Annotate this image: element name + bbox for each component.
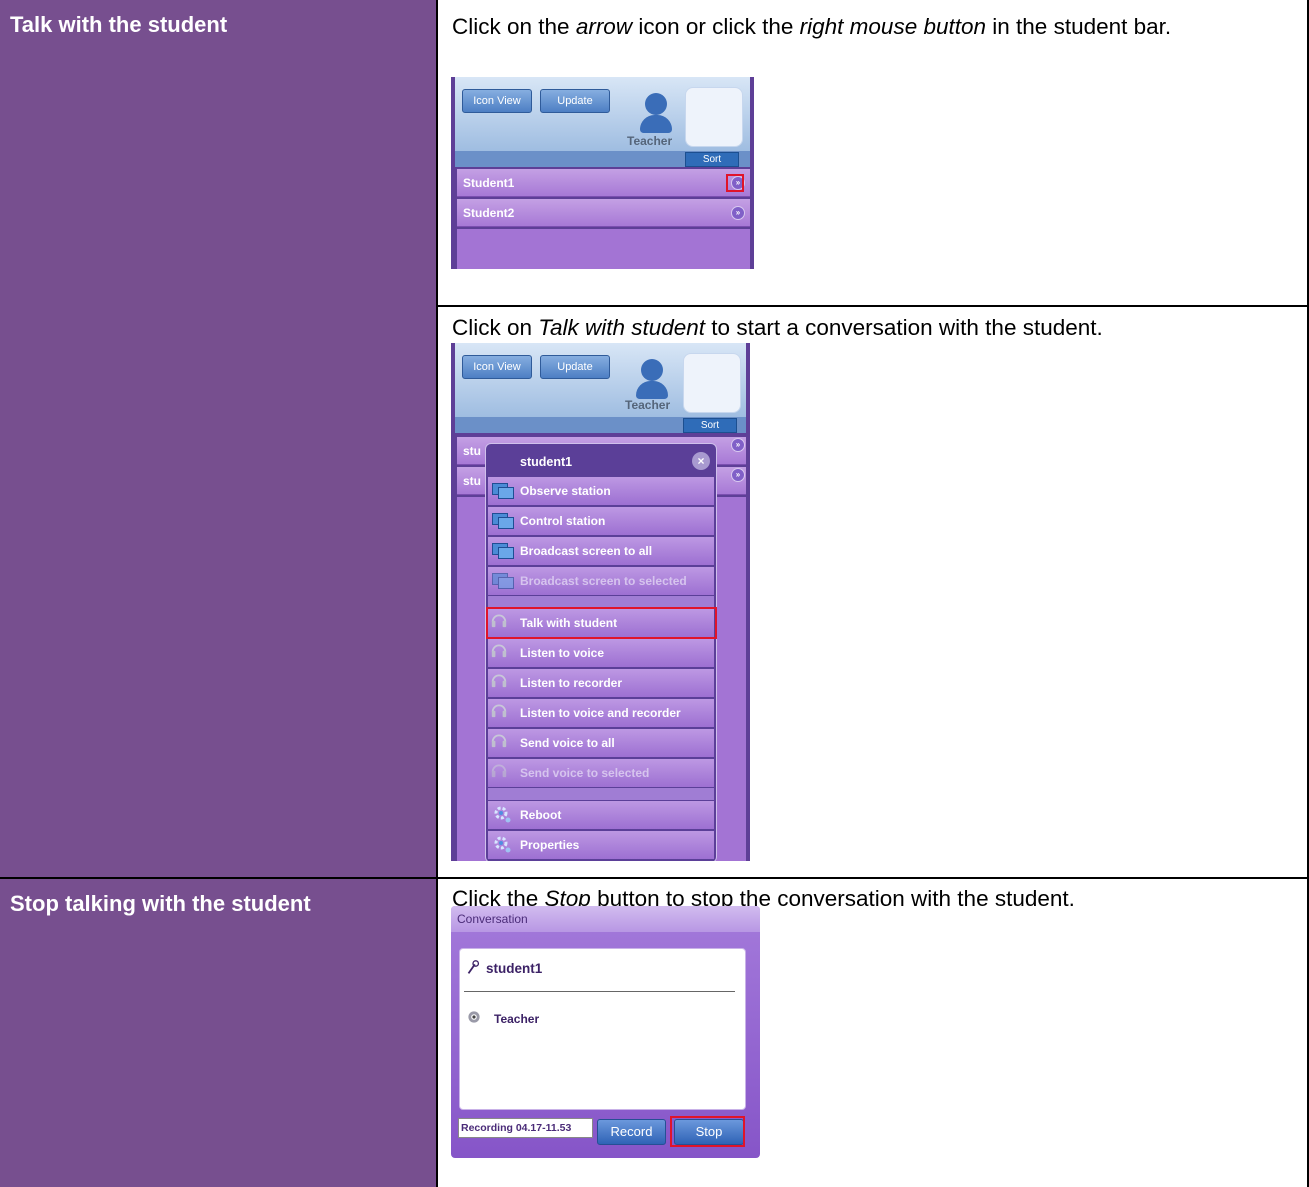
headphones-icon (491, 704, 507, 718)
student-arrow-icon[interactable]: » (731, 206, 745, 220)
student-name: stu (463, 444, 481, 458)
participant-student: student1 (486, 961, 543, 976)
gear-icon (494, 836, 511, 853)
left-cell-stop: Stop talking with the student (0, 879, 436, 1187)
document-table: Talk with the student Stop talking with … (0, 0, 1309, 1187)
teacher-label: Teacher (625, 398, 671, 412)
icon-view-button[interactable]: Icon View (462, 355, 532, 379)
menu-item-send-voice-all[interactable]: Send voice to all (488, 729, 714, 757)
teacher-photo (683, 353, 741, 413)
instruction-step-2: Click on Talk with student to start a co… (452, 315, 1103, 340)
icon-view-button[interactable]: Icon View (462, 89, 532, 113)
sort-bar: Sort (455, 417, 746, 433)
highlight-box (486, 607, 717, 639)
update-button[interactable]: Update (540, 89, 610, 113)
student-bar-screenshot-1: Icon View Update Teacher Sort Student1 »… (451, 77, 754, 269)
menu-separator (488, 788, 714, 800)
student-arrow-icon[interactable]: » (731, 468, 745, 482)
left-cell-talk: Talk with the student (0, 0, 436, 877)
teacher-header: Icon View Update Teacher (455, 77, 750, 151)
monitor-icon (492, 573, 514, 589)
student-arrow-icon[interactable]: » (731, 438, 745, 452)
table-row-divider (0, 877, 1309, 879)
recording-name-field[interactable]: Recording 04.17-11.53 (458, 1118, 593, 1138)
close-icon[interactable]: × (692, 452, 710, 470)
student-name: Student2 (463, 206, 515, 220)
headphones-icon (491, 734, 507, 748)
menu-item-send-voice-selected: Send voice to selected (488, 759, 714, 787)
gear-icon (494, 806, 511, 823)
sort-button[interactable]: Sort (683, 418, 737, 433)
row-label-talk: Talk with the student (10, 12, 228, 37)
teacher-avatar-icon (641, 359, 663, 381)
menu-item-listen-voice[interactable]: Listen to voice (488, 639, 714, 667)
row-label-stop: Stop talking with the student (10, 891, 311, 916)
student-name: Student1 (463, 176, 515, 190)
highlight-box (670, 1116, 745, 1147)
teacher-label: Teacher (627, 134, 673, 148)
context-menu-title: student1 (520, 455, 573, 469)
monitor-icon (492, 483, 514, 499)
menu-item-broadcast-all[interactable]: Broadcast screen to all (488, 537, 714, 565)
student-context-menu: student1 × Observe station Control stati… (485, 443, 717, 861)
menu-item-listen-voice-recorder[interactable]: Listen to voice and recorder (488, 699, 714, 727)
update-button[interactable]: Update (540, 355, 610, 379)
menu-item-control-station[interactable]: Control station (488, 507, 714, 535)
menu-item-properties[interactable]: Properties (488, 831, 714, 859)
menu-item-reboot[interactable]: Reboot (488, 801, 714, 829)
teacher-avatar-body (636, 381, 668, 399)
headphones-icon (491, 674, 507, 688)
participant-teacher: Teacher (494, 1012, 540, 1026)
teacher-avatar-body (640, 115, 672, 133)
teacher-header: Icon View Update Teacher (455, 343, 746, 417)
menu-item-broadcast-selected: Broadcast screen to selected (488, 567, 714, 595)
table-row-divider (436, 305, 1309, 307)
student-bar-screenshot-2: Icon View Update Teacher Sort stu » stu … (451, 343, 750, 861)
menu-item-listen-recorder[interactable]: Listen to recorder (488, 669, 714, 697)
teacher-photo (685, 87, 743, 147)
menu-item-observe-station[interactable]: Observe station (488, 477, 714, 505)
participant-divider (464, 991, 735, 992)
student-name: stu (463, 474, 481, 488)
microphone-icon (467, 960, 480, 974)
headphones-icon (491, 764, 507, 778)
participants-box: student1 Teacher (459, 948, 746, 1110)
sort-button[interactable]: Sort (685, 152, 739, 167)
highlight-box (726, 174, 744, 192)
teacher-avatar-icon (645, 93, 667, 115)
sort-bar: Sort (455, 151, 750, 167)
record-button[interactable]: Record (597, 1119, 666, 1145)
student-row-1[interactable]: Student1 » (457, 169, 750, 197)
student-row-2[interactable]: Student2 » (457, 199, 750, 227)
table-column-divider (436, 0, 438, 1187)
conversation-title: Conversation (451, 906, 760, 932)
headphones-icon (491, 644, 507, 658)
monitor-icon (492, 543, 514, 559)
instruction-step-1: Click on the arrow icon or click the rig… (452, 14, 1172, 39)
speaker-icon (468, 1011, 480, 1023)
conversation-panel: Conversation student1 Teacher Recording … (451, 906, 760, 1158)
student-list-empty-area (457, 229, 750, 269)
monitor-icon (492, 513, 514, 529)
